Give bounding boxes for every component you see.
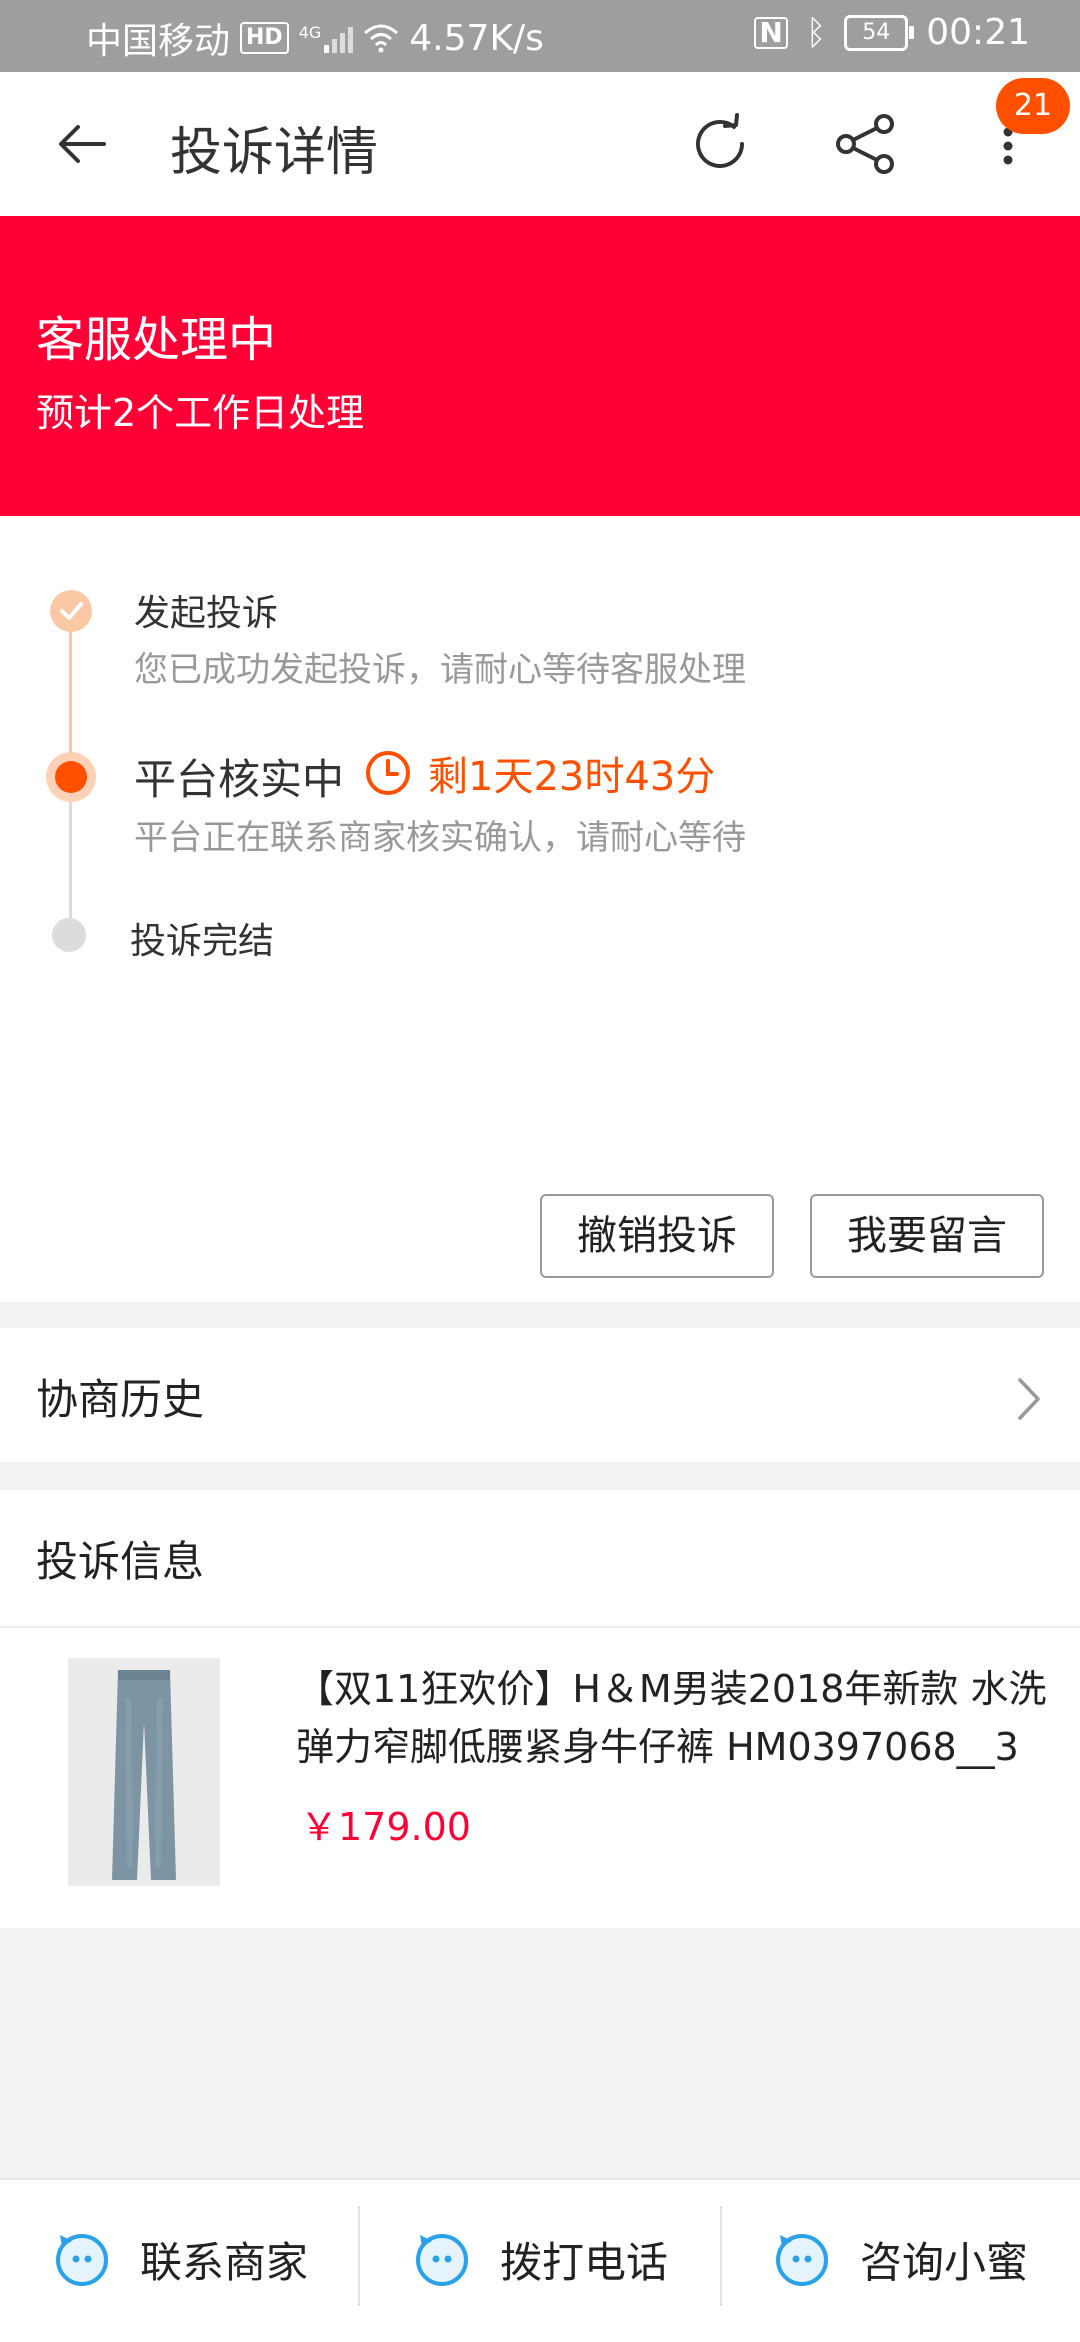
call-label: 拨打电话 (500, 2237, 669, 2287)
clock: 00:21 (926, 12, 1030, 53)
chevron-right-icon (1018, 1378, 1040, 1420)
back-arrow-icon[interactable] (54, 116, 110, 172)
page-title: 投诉详情 (170, 123, 379, 183)
chat-bot-icon (776, 2234, 828, 2286)
status-bar-right: N ᛒ 54 00:21 (754, 12, 1030, 53)
product-image (68, 1658, 220, 1886)
banner-title: 客服处理中 (36, 312, 277, 368)
consult-label: 咨询小蜜 (860, 2237, 1029, 2287)
signal-icon: 4G (299, 23, 354, 53)
step-3-title: 投诉完结 (130, 921, 275, 962)
countdown-text: 剩1天23时43分 (428, 754, 716, 800)
call-button[interactable]: 拨打电话 (412, 2178, 668, 2340)
bluetooth-icon: ᛒ (805, 12, 827, 53)
check-icon (60, 602, 83, 620)
wifi-icon (364, 24, 399, 53)
consult-button[interactable]: 咨询小蜜 (772, 2178, 1028, 2340)
step-2-desc: 平台正在联系商家核实确认，请耐心等待 (134, 818, 746, 858)
battery-icon: 54 (844, 14, 915, 51)
refresh-icon[interactable] (688, 112, 752, 176)
clock-icon (366, 751, 410, 795)
cancel-complaint-button[interactable]: 撤销投诉 (540, 1194, 774, 1278)
chat-bot-icon (56, 2234, 108, 2286)
contact-merchant-label: 联系商家 (140, 2237, 309, 2287)
separator (720, 2206, 722, 2306)
network-type: 4G (298, 23, 322, 42)
step-active-dot (46, 752, 96, 802)
step-1-desc: 您已成功发起投诉，请耐心等待客服处理 (134, 650, 746, 690)
leave-message-button[interactable]: 我要留言 (810, 1194, 1044, 1278)
complaint-info-label: 投诉信息 (36, 1537, 205, 1586)
countdown: 剩1天23时43分 (364, 744, 715, 802)
status-bar-left: 中国移动 HD 4G 4.57K/s (86, 12, 544, 64)
timeline-line-pending (69, 780, 72, 932)
separator (358, 2206, 360, 2306)
carrier-label: 中国移动 (86, 21, 231, 62)
product-price: ￥179.00 (300, 1805, 471, 1849)
nfc-icon: N (754, 16, 788, 49)
history-label: 协商历史 (36, 1375, 205, 1424)
share-icon[interactable] (834, 112, 896, 176)
banner-subtitle: 预计2个工作日处理 (36, 391, 365, 435)
hd-icon: HD (240, 22, 289, 54)
chat-bot-icon (416, 2234, 468, 2286)
notification-badge: 21 (996, 78, 1070, 134)
step-2-title: 平台核实中 (134, 755, 345, 804)
contact-merchant-button[interactable]: 联系商家 (52, 2178, 308, 2340)
product-title: 【双11狂欢价】H＆M男装2018年新款 水洗弹力窄脚低腰紧身牛仔裤 HM039… (296, 1667, 1047, 1769)
top-bar (0, 72, 1080, 216)
jeans-image (68, 1658, 220, 1886)
status-bar: 中国移动 HD 4G 4.57K/s N ᛒ 54 00:21 (0, 0, 1080, 72)
step-done-dot (50, 590, 92, 632)
step-1-title: 发起投诉 (134, 593, 279, 634)
step-pending-dot (52, 918, 86, 952)
network-speed: 4.57K/s (409, 17, 544, 59)
